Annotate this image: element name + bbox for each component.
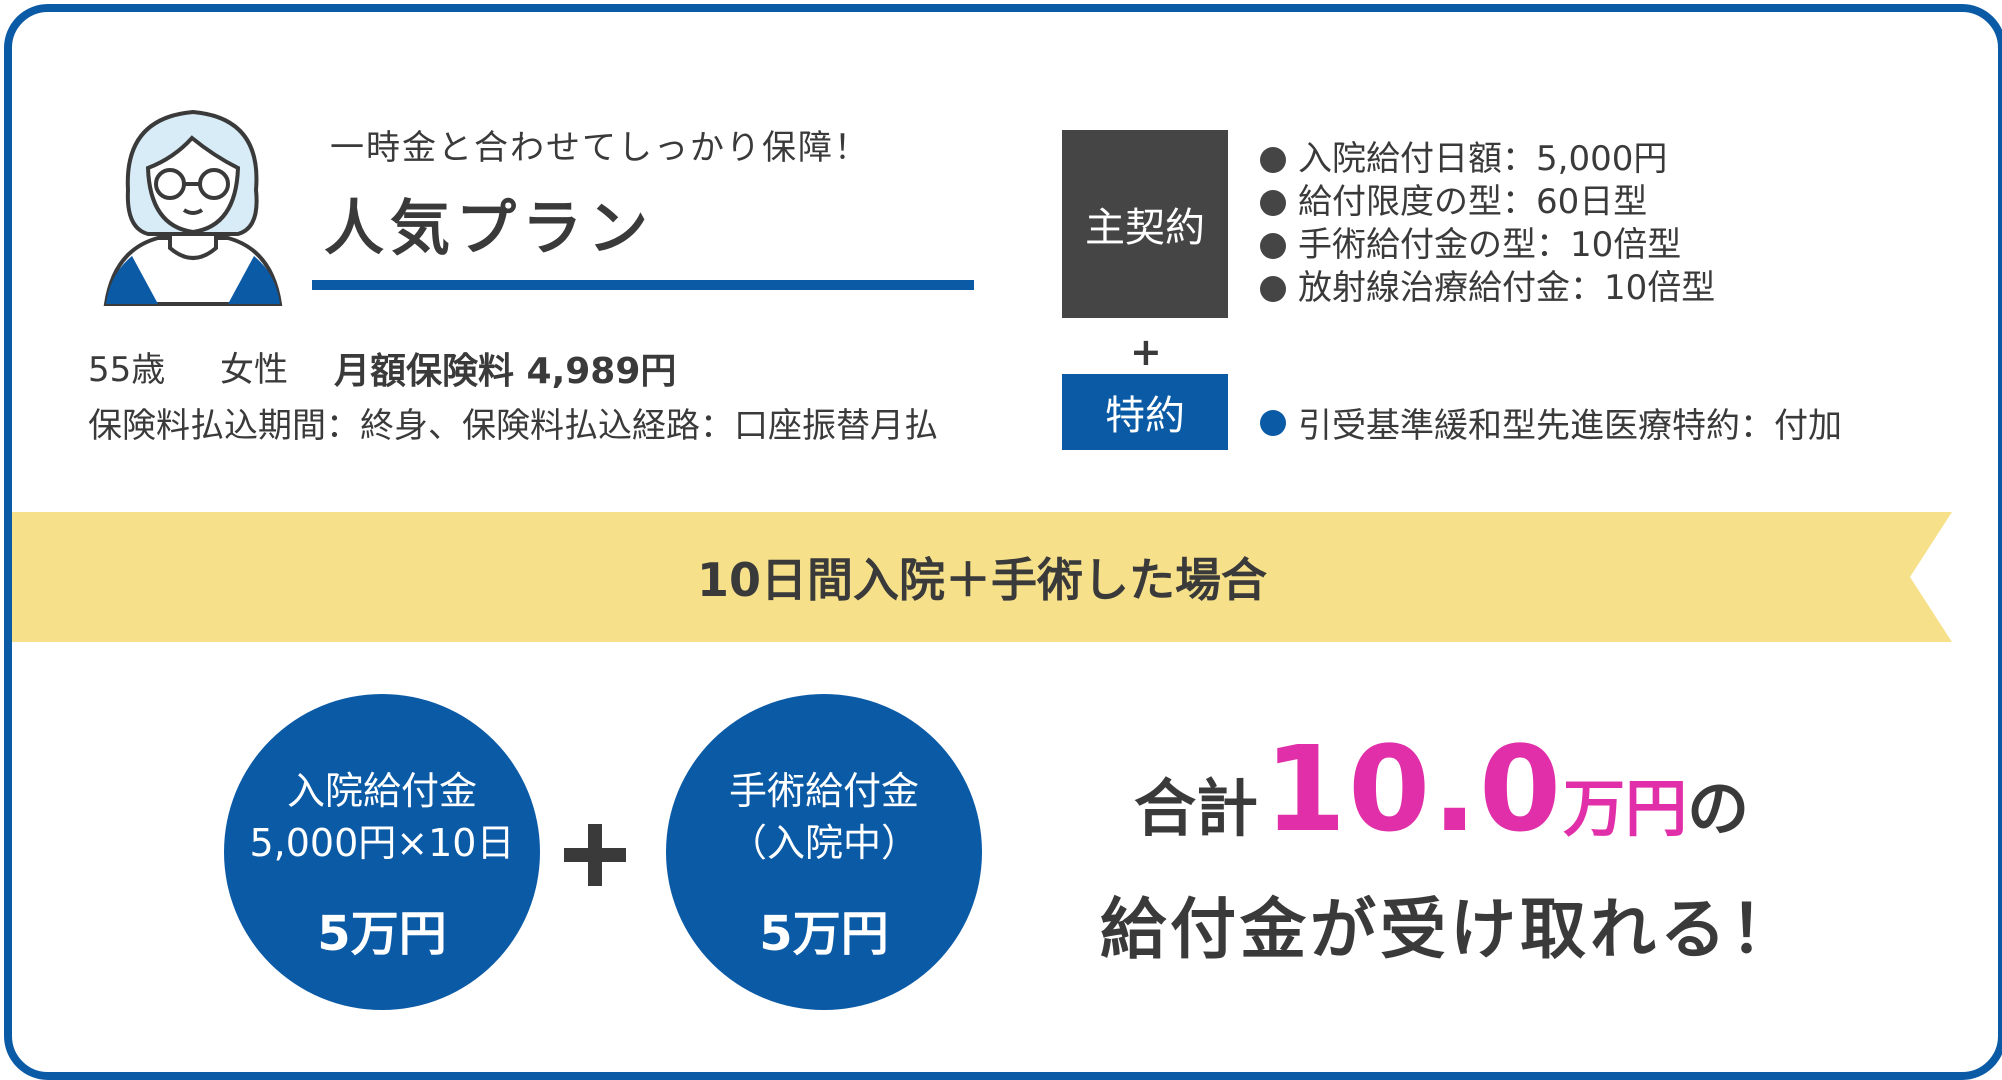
plan-title: 人気プラン — [324, 194, 654, 264]
plan-subtitle: 一時金と合わせてしっかり保障！ — [330, 128, 870, 168]
benefit-note: （入院中） — [728, 821, 919, 865]
plan-card: 一時金と合わせてしっかり保障！ 人気プラン 55歳 女性 月額保険料 4,989… — [4, 4, 2002, 1080]
woman-with-glasses-avatar-icon — [103, 109, 283, 306]
contract-plus: + — [1130, 330, 1162, 374]
main-contract-label: 主契約 — [1062, 130, 1228, 318]
insured-gender: 女性 — [220, 350, 288, 390]
bullet-icon — [1260, 232, 1286, 259]
benefit-name: 手術給付金 — [728, 769, 919, 813]
bullet-icon — [1260, 275, 1286, 302]
rider-label: 特約 — [1062, 374, 1228, 450]
surgery-benefit-circle: 手術給付金 （入院中） 5万円 — [666, 694, 982, 1010]
total-message: 給付金が受け取れる！ — [1100, 891, 1800, 968]
total-headline: 合計 10.0 万円 の — [1134, 720, 1749, 858]
total-number: 10.0 — [1264, 720, 1564, 858]
list-item: 入院給付日額：5,000円 — [1260, 138, 1715, 181]
benefit-amount: 5万円 — [317, 906, 447, 962]
plus-icon — [564, 824, 626, 886]
total-prefix: 合計 — [1134, 772, 1259, 845]
list-item: 給付限度の型：60日型 — [1260, 181, 1715, 224]
benefit-formula: 5,000円×10日 — [249, 821, 515, 865]
insured-age: 55歳 — [88, 350, 166, 390]
list-item: 放射線治療給付金：10倍型 — [1260, 267, 1715, 310]
benefit-name: 入院給付金 — [286, 769, 477, 813]
title-underline — [312, 280, 974, 290]
list-item: 手術給付金の型：10倍型 — [1260, 224, 1715, 267]
total-unit: 万円 — [1563, 772, 1688, 845]
benefit-amount: 5万円 — [759, 906, 889, 962]
rider-item: 引受基準緩和型先進医療特約：付加 — [1260, 398, 1842, 447]
hospitalization-benefit-circle: 入院給付金 5,000円×10日 5万円 — [224, 694, 540, 1010]
main-contract-list: 入院給付日額：5,000円 給付限度の型：60日型 手術給付金の型：10倍型 放… — [1260, 138, 1715, 310]
bullet-icon — [1260, 409, 1286, 436]
monthly-premium: 月額保険料 4,989円 — [334, 351, 677, 392]
scenario-banner: 10日間入院＋手術した場合 — [696, 553, 1267, 607]
payment-terms: 保険料払込期間：終身、保険料払込経路：口座振替月払 — [88, 406, 938, 446]
bullet-icon — [1260, 146, 1286, 173]
total-suffix: の — [1687, 772, 1750, 845]
bullet-icon — [1260, 189, 1286, 216]
